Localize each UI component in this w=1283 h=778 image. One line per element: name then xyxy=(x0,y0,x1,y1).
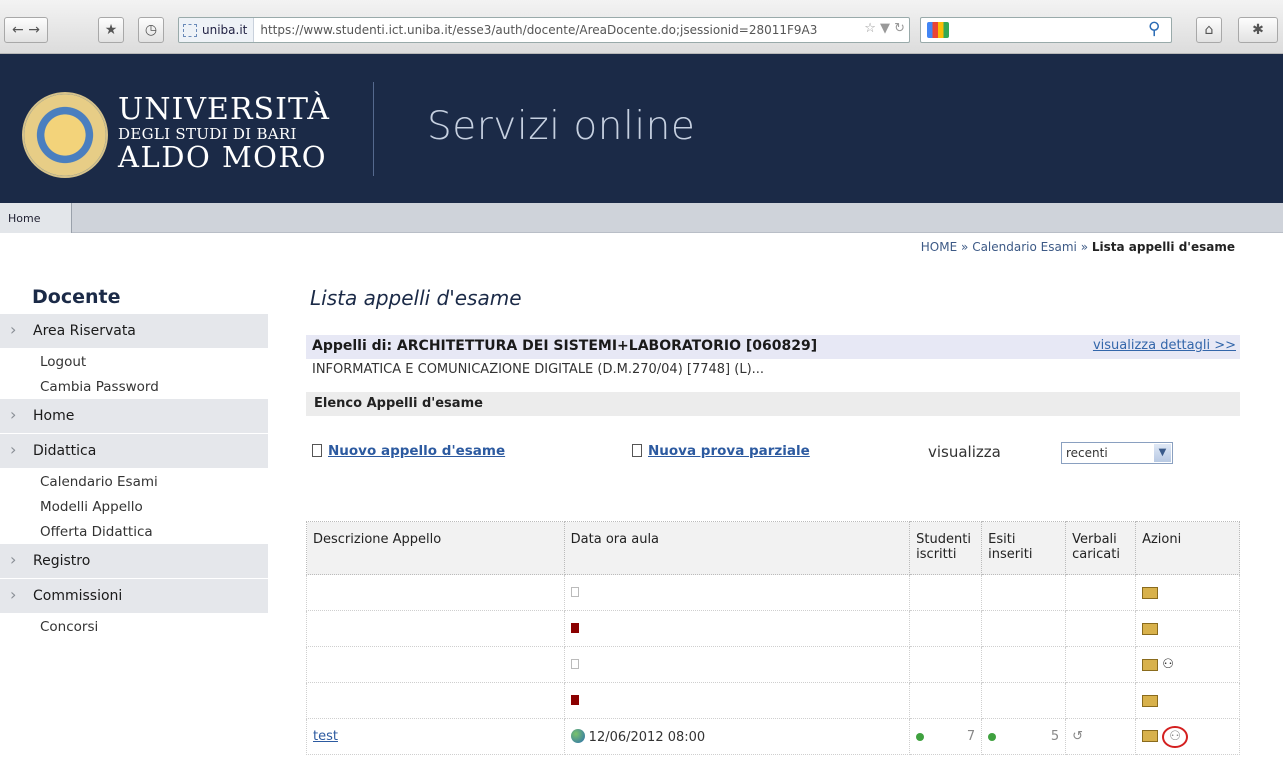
home-icon[interactable]: ⌂ xyxy=(1196,17,1222,43)
sidebar-item-logout[interactable]: Logout xyxy=(0,349,268,374)
flag-icon xyxy=(570,623,579,633)
header-divider xyxy=(373,82,374,176)
folder-icon[interactable] xyxy=(1142,730,1159,742)
address-bar[interactable]: uniba.it https://www.studenti.ict.uniba.… xyxy=(178,17,910,43)
sidebar-item-didattica[interactable]: Didattica xyxy=(0,434,268,469)
url-text: https://www.studenti.ict.uniba.it/esse3/… xyxy=(260,23,818,37)
page-title: Lista appelli d'esame xyxy=(310,286,522,310)
appello-test-link[interactable]: test xyxy=(313,729,338,744)
col-esiti[interactable]: Esiti inseriti xyxy=(981,521,1067,575)
table-row: ​ xyxy=(306,682,1240,719)
sidebar-item-commissioni[interactable]: Commissioni xyxy=(0,579,268,614)
folder-icon[interactable] xyxy=(1142,658,1159,671)
col-studenti[interactable]: Studenti iscritti xyxy=(909,521,983,575)
search-engine-icon[interactable] xyxy=(927,22,949,38)
university-seal-logo xyxy=(22,92,108,178)
reload-icon[interactable]: ☆ ▼ ↻ xyxy=(864,21,905,36)
verbalize-person-icon[interactable]: ⚇ xyxy=(1162,725,1188,748)
breadcrumb-home[interactable]: HOME xyxy=(921,240,957,254)
corso-label: INFORMATICA E COMUNICAZIONE DIGITALE (D.… xyxy=(312,362,765,377)
elenco-appelli-header: Elenco Appelli d'esame xyxy=(306,392,1240,416)
browser-toolbar: ← → ★ ◷ uniba.it https://www.studenti.ic… xyxy=(0,0,1283,54)
table-row: ​ xyxy=(306,610,1240,647)
history-clock-icon[interactable]: ◷ xyxy=(138,17,164,43)
appelli-header: Appelli di: ARCHITETTURA DEI SISTEMI+LAB… xyxy=(306,335,1240,359)
search-magnifier-icon[interactable]: ⚲ xyxy=(1148,19,1160,39)
addons-icon[interactable]: ✱ xyxy=(1238,17,1278,43)
breadcrumb-current: Lista appelli d'esame xyxy=(1091,240,1235,254)
page-icon xyxy=(570,587,579,597)
table-header-row: Descrizione Appello Data ora aula Studen… xyxy=(306,521,1240,575)
site-identity[interactable]: uniba.it xyxy=(179,18,255,42)
sidebar-item-modelli-appello[interactable]: Modelli Appello xyxy=(0,494,268,519)
breadcrumb-calendario[interactable]: Calendario Esami xyxy=(972,240,1077,254)
flag-icon xyxy=(570,695,579,705)
back-forward-icon[interactable]: ← → xyxy=(4,17,48,43)
table-row: test 12/06/2012 08:00 7 5 ↺ ⚇ xyxy=(306,718,1240,755)
visualizza-label: visualizza xyxy=(928,443,1001,461)
sidebar-item-calendario-esami[interactable]: Calendario Esami xyxy=(0,469,268,494)
university-name: UNIVERSITÀ DEGLI STUDI DI BARI ALDO MORO xyxy=(118,92,330,174)
visualizza-select[interactable]: recenti ▼ xyxy=(1061,442,1173,464)
visualizza-dettagli-link[interactable]: visualizza dettagli >> xyxy=(1093,338,1236,353)
sidebar-item-offerta-didattica[interactable]: Offerta Didattica xyxy=(0,519,268,544)
search-box[interactable] xyxy=(920,17,1172,43)
col-data[interactable]: Data ora aula xyxy=(563,521,911,575)
topnav-home[interactable]: Home xyxy=(0,203,72,233)
folder-icon[interactable] xyxy=(1142,586,1159,599)
top-navigation: Home xyxy=(0,203,1283,233)
page-icon xyxy=(570,659,579,669)
service-title: Servizi online xyxy=(427,104,696,149)
col-azioni[interactable]: Azioni xyxy=(1135,521,1240,575)
site-header: UNIVERSITÀ DEGLI STUDI DI BARI ALDO MORO… xyxy=(0,54,1283,203)
sidebar-item-registro[interactable]: Registro xyxy=(0,544,268,579)
nuova-prova-link[interactable]: Nuova prova parziale xyxy=(632,443,810,459)
main-content: Lista appelli d'esame Appelli di: ARCHIT… xyxy=(306,278,1240,755)
site-lock-icon xyxy=(183,23,197,37)
verbalize-person-icon[interactable]: ⚇ xyxy=(1162,657,1178,672)
sidebar: Docente Area Riservata Logout Cambia Pas… xyxy=(0,278,268,639)
folder-icon[interactable] xyxy=(1142,694,1159,707)
nuovo-appello-link[interactable]: Nuovo appello d'esame xyxy=(312,443,505,459)
sidebar-item-area-riservata[interactable]: Area Riservata xyxy=(0,314,268,349)
bookmark-star-icon[interactable]: ★ xyxy=(98,17,124,43)
globe-icon xyxy=(570,728,585,743)
status-dot-icon xyxy=(916,733,925,741)
chevron-down-icon[interactable]: ▼ xyxy=(1154,444,1171,462)
table-row: ​​ ​ xyxy=(306,574,1240,611)
sidebar-item-home[interactable]: Home xyxy=(0,399,268,434)
loading-icon: ↺ xyxy=(1072,729,1083,744)
document-icon xyxy=(632,444,642,457)
breadcrumb: HOME » Calendario Esami » Lista appelli … xyxy=(920,240,1235,254)
col-verbali[interactable]: Verbali caricati xyxy=(1065,521,1137,575)
appelli-table: Descrizione Appello Data ora aula Studen… xyxy=(306,521,1240,755)
col-descrizione[interactable]: Descrizione Appello xyxy=(306,521,565,575)
sidebar-item-concorsi[interactable]: Concorsi xyxy=(0,614,268,639)
document-icon xyxy=(312,444,322,457)
sidebar-item-cambia-password[interactable]: Cambia Password xyxy=(0,374,268,399)
status-dot-icon xyxy=(988,733,997,741)
sidebar-title: Docente xyxy=(32,286,121,308)
folder-icon[interactable] xyxy=(1142,622,1159,635)
actions-row: Nuovo appello d'esame Nuova prova parzia… xyxy=(306,416,1240,484)
table-row: ​ ⚇ xyxy=(306,646,1240,683)
